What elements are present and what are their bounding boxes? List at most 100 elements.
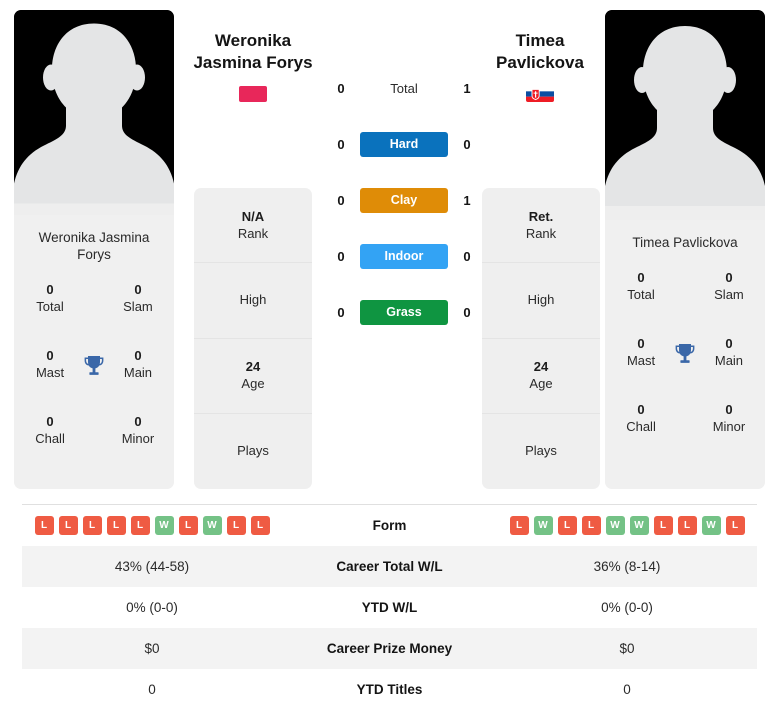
surface-right-value: 0 <box>463 304 471 320</box>
surface-row-indoor: 0 Indoor 0 <box>330 228 478 284</box>
titles-grid-right: 0 Total 0 Slam 0 Mast 0 Main 0 Chall 0 M… <box>605 251 765 489</box>
high-rank-row-left: High <box>194 263 312 339</box>
form-badge-loss: L <box>178 516 198 535</box>
trophy-spacer <box>667 269 703 275</box>
slovakia-flag-svg <box>526 86 554 102</box>
player-name-line1-right: Timea <box>515 31 565 50</box>
surface-label-grass[interactable]: Grass <box>360 299 448 325</box>
row-label-form: Form <box>372 518 407 533</box>
table-row-ytd-titles: 0 YTD Titles 0 <box>22 669 757 710</box>
ytd-titles-right: 0 <box>623 682 631 697</box>
career-wl-right: 36% (8-14) <box>593 559 661 574</box>
row-label-ytd-titles: YTD Titles <box>356 682 423 697</box>
form-badge-loss: L <box>250 516 270 535</box>
trophy-spacer <box>76 281 112 287</box>
trophy-spacer <box>76 413 112 419</box>
comparison-header: Weronika Jasmina Forys 0 Total 0 Slam 0 <box>0 0 779 500</box>
titles-row: 0 Chall 0 Minor <box>615 401 755 467</box>
form-badge-loss: L <box>106 516 126 535</box>
player-name-line2-left: Jasmina Forys <box>193 53 313 72</box>
plays-row-left: Plays <box>237 443 269 459</box>
titles-row: 0 Mast 0 Main <box>24 347 164 413</box>
form-badges-right: LWLLWWLLWL <box>497 516 757 535</box>
titles-row: 0 Total 0 Slam <box>615 269 755 335</box>
player-comparison-page: Weronika Jasmina Forys 0 Total 0 Slam 0 <box>0 0 779 719</box>
form-badge-loss: L <box>581 516 601 535</box>
surface-label-clay[interactable]: Clay <box>360 187 448 213</box>
surface-left-value: 0 <box>337 136 345 152</box>
form-badge-win: W <box>701 516 721 535</box>
surface-right-value: 1 <box>463 192 471 208</box>
form-badge-loss: L <box>34 516 54 535</box>
ytd-wl-right: 0% (0-0) <box>601 600 653 615</box>
titles-mast-left: 0 Mast <box>35 348 65 380</box>
form-badge-loss: L <box>130 516 150 535</box>
player-card-name-right: Timea Pavlickova <box>632 235 738 250</box>
form-badge-win: W <box>605 516 625 535</box>
titles-row: 0 Mast 0 Main <box>615 335 755 401</box>
titles-main-right: 0 Main <box>714 336 744 368</box>
slovakia-flag-icon <box>526 86 554 102</box>
form-left: LLLLLWLWLL <box>22 516 282 535</box>
rank-card-left[interactable]: N/A Rank High 24 Age Plays <box>194 188 312 489</box>
titles-total-left: 0 Total <box>36 282 64 314</box>
player-photo-left <box>14 10 174 215</box>
player-name-line2-right: Pavlickova <box>496 53 584 72</box>
surface-comparison: 0 Total 1 0 Hard 0 0 Clay 1 0 Indoor 0 0 <box>330 60 478 340</box>
surface-row-clay: 0 Clay 1 <box>330 172 478 228</box>
titles-main-left: 0 Main <box>123 348 153 380</box>
form-badge-loss: L <box>557 516 577 535</box>
form-badge-loss: L <box>509 516 529 535</box>
surface-label-total: Total <box>390 80 418 96</box>
form-badge-loss: L <box>82 516 102 535</box>
form-badge-loss: L <box>677 516 697 535</box>
surface-left-value: 0 <box>337 304 345 320</box>
player-photo-right <box>605 10 765 220</box>
prize-money-left: $0 <box>144 641 160 656</box>
titles-row: 0 Total 0 Slam <box>24 281 164 347</box>
rank-card-right[interactable]: Ret. Rank High 24 Age Plays <box>482 188 600 489</box>
titles-total-right: 0 Total <box>627 270 655 302</box>
surface-label-indoor[interactable]: Indoor <box>360 243 448 269</box>
player-name-block-right: Timea Pavlickova <box>460 30 620 102</box>
form-badge-loss: L <box>653 516 673 535</box>
age-row-right: 24 Age <box>482 339 600 414</box>
avatar-silhouette-icon <box>14 10 174 215</box>
poland-flag-svg <box>239 86 267 102</box>
form-badge-win: W <box>533 516 553 535</box>
row-label-ytd-wl: YTD W/L <box>361 600 418 615</box>
rank-row-left: N/A Rank <box>194 188 312 264</box>
trophy-icon <box>675 344 695 363</box>
titles-mast-right: 0 Mast <box>626 336 656 368</box>
player-name-block-left: Weronika Jasmina Forys <box>173 30 333 102</box>
table-row-career-wl: 43% (44-58) Career Total W/L 36% (8-14) <box>22 546 757 587</box>
row-label-prize-money: Career Prize Money <box>326 641 453 656</box>
titles-slam-right: 0 Slam <box>714 270 744 302</box>
titles-chall-left: 0 Chall <box>35 414 65 446</box>
plays-row-right: Plays <box>525 443 557 459</box>
form-badge-loss: L <box>226 516 246 535</box>
trophy-icon <box>84 356 104 375</box>
prize-money-right: $0 <box>619 641 635 656</box>
form-badge-loss: L <box>58 516 78 535</box>
trophy-icon-wrap-left <box>76 347 112 379</box>
player-card-right[interactable]: Timea Pavlickova 0 Total 0 Slam 0 Mast 0… <box>605 10 765 489</box>
surface-right-value: 0 <box>463 136 471 152</box>
surface-row-grass: 0 Grass 0 <box>330 284 478 340</box>
ytd-wl-left: 0% (0-0) <box>126 600 178 615</box>
surface-row-total: 0 Total 1 <box>330 60 478 116</box>
titles-row: 0 Chall 0 Minor <box>24 413 164 479</box>
form-badge-loss: L <box>725 516 745 535</box>
form-right: LWLLWWLLWL <box>497 516 757 535</box>
player-card-left[interactable]: Weronika Jasmina Forys 0 Total 0 Slam 0 <box>14 10 174 489</box>
surface-left-value: 0 <box>337 248 345 264</box>
surface-row-hard: 0 Hard 0 <box>330 116 478 172</box>
player-name-line1-left: Weronika <box>214 31 292 50</box>
comparison-stats-table: LLLLLWLWLL Form LWLLWWLLWL 43% (44-58) C… <box>22 505 757 710</box>
titles-minor-right: 0 Minor <box>712 402 746 434</box>
surface-label-hard[interactable]: Hard <box>360 131 448 157</box>
ytd-titles-left: 0 <box>148 682 156 697</box>
row-label-career-wl: Career Total W/L <box>336 559 443 574</box>
trophy-icon-wrap-right <box>667 335 703 367</box>
poland-flag-icon <box>239 86 267 102</box>
